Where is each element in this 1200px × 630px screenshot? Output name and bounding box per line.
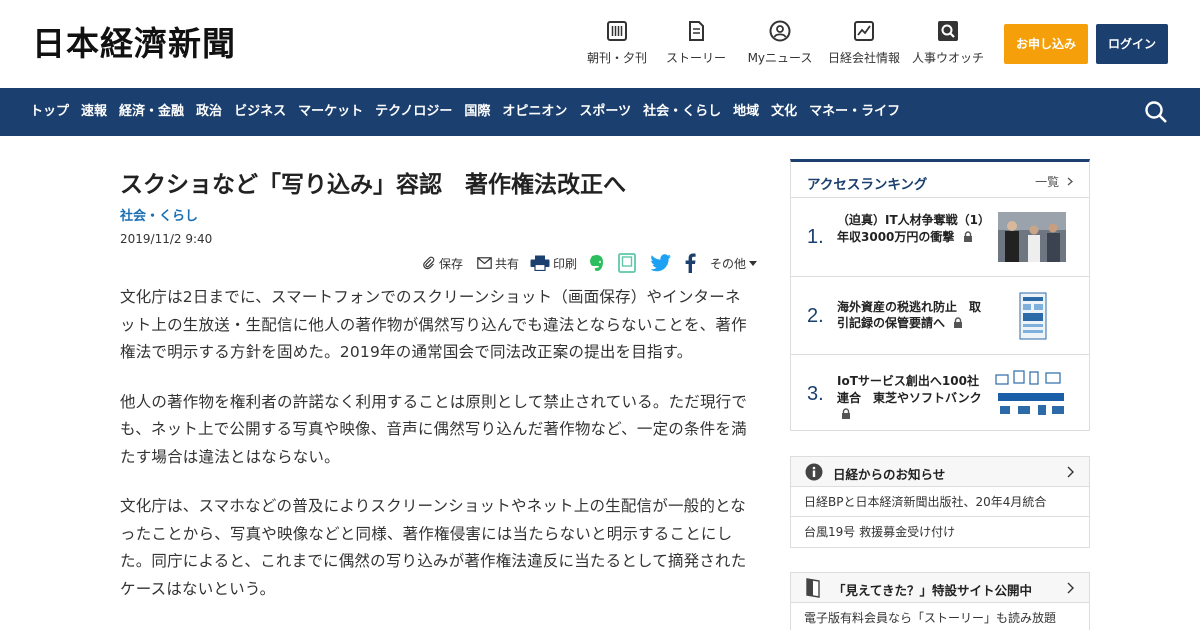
rank-number: 1. xyxy=(807,226,824,248)
ranking-header: アクセスランキング 一覧 xyxy=(791,162,1089,198)
ranking-more-label: 一覧 xyxy=(1035,175,1060,189)
twitter-icon[interactable] xyxy=(650,252,672,274)
article-paragraph: 他人の著作物を権利者の許諾なく利用することは原則として禁止されている。ただ現行で… xyxy=(120,392,748,466)
rank-number: 2. xyxy=(807,304,824,327)
gnav-item-economy[interactable]: 経済・金融 xyxy=(113,88,190,136)
rank-headline: IoTサービス創出へ100社連合 東芝やソフトバンク xyxy=(837,373,989,423)
lock-icon xyxy=(842,408,850,419)
rank-headline: 海外資産の税逃れ防止 取引記録の保管要請へ xyxy=(837,299,989,332)
caret-down-icon xyxy=(749,260,758,266)
site-logo[interactable]: 日本経濟新聞 xyxy=(32,26,236,62)
chevron-right-icon xyxy=(1067,466,1074,478)
rank-headline: （迫真）IT人材争奪戦（1） 年収3000万円の衝撃 xyxy=(837,212,996,245)
story-promo: 「見えてきた？」特設サイト公開中 電子版有料会員なら「ストーリー」も読み放題 xyxy=(790,572,1090,630)
global-nav: トップ 速報 経済・金融 政治 ビジネス マーケット テクノロジー 国際 オピニ… xyxy=(0,88,1200,136)
gnav-item-flash[interactable]: 速報 xyxy=(75,88,113,136)
site-header: 日本経濟新聞 朝刊・夕刊 ストーリー Myニュース 日経会社情報 人事ウオッチ … xyxy=(0,0,1200,88)
print-button[interactable]: 印刷 xyxy=(530,252,577,274)
ranking-item[interactable]: 2. 海外資産の税逃れ防止 取引記録の保管要請へ xyxy=(791,277,1089,355)
article-date: 2019/11/2 9:40 xyxy=(120,232,213,246)
article-title: スクショなど「写り込み」容認 著作権法改正へ xyxy=(120,172,626,198)
person-search-icon xyxy=(938,21,958,41)
gnav-item-business[interactable]: ビジネス xyxy=(228,88,292,136)
save-label: 保存 xyxy=(439,256,464,271)
header-nav-jinji[interactable]: 人事ウオッチ xyxy=(903,20,993,66)
chevron-right-icon xyxy=(1067,177,1073,186)
gnav-item-money-life[interactable]: マネー・ライフ xyxy=(803,88,906,136)
evernote-icon[interactable] xyxy=(588,252,606,274)
ranking-item[interactable]: 1. （迫真）IT人材争奪戦（1） 年収3000万円の衝撃 xyxy=(791,198,1089,277)
lock-icon xyxy=(963,230,972,242)
ranking-title: アクセスランキング xyxy=(807,177,928,193)
search-icon[interactable] xyxy=(1144,100,1168,124)
ranking-item[interactable]: 3. IoTサービス創出へ100社連合 東芝やソフトバンク xyxy=(791,355,1089,434)
promo-header[interactable]: 「見えてきた？」特設サイト公開中 xyxy=(791,573,1089,603)
access-ranking: アクセスランキング 一覧 1. （迫真）IT人材争奪戦（1） 年収3000万円の… xyxy=(790,159,1090,431)
article: スクショなど「写り込み」容認 著作権法改正へ 社会・くらし 2019/11/2 … xyxy=(120,160,760,598)
gnav-item-region[interactable]: 地域 xyxy=(727,88,765,136)
gnav-item-top[interactable]: トップ xyxy=(24,88,75,136)
gnav-item-technology[interactable]: テクノロジー xyxy=(369,88,458,136)
gnav-item-culture[interactable]: 文化 xyxy=(765,88,803,136)
more-share-button[interactable]: その他 xyxy=(710,252,758,274)
nikkei-notice: 日経からのお知らせ 日経BPと日本経済新聞出版社、20年4月統合 台風19号 救… xyxy=(790,456,1090,548)
document-icon xyxy=(689,21,704,41)
header-nav-label: Myニュース xyxy=(747,51,813,65)
user-icon xyxy=(769,20,791,42)
info-icon xyxy=(805,463,823,481)
share-button[interactable]: 共有 xyxy=(477,252,519,274)
gnav-item-opinion[interactable]: オピニオン xyxy=(496,88,573,136)
lock-icon xyxy=(954,317,963,328)
bookmark-flag-icon xyxy=(806,578,820,598)
rank-thumbnail-document xyxy=(998,290,1066,341)
share-label: 共有 xyxy=(495,256,520,271)
notice-item[interactable]: 日経BPと日本経済新聞出版社、20年4月統合 xyxy=(791,487,1089,517)
header-nav-label: 日経会社情報 xyxy=(827,51,900,65)
header-nav-paper[interactable]: 朝刊・夕刊 xyxy=(572,20,662,66)
article-category[interactable]: 社会・くらし xyxy=(120,210,760,224)
gnav-item-international[interactable]: 国際 xyxy=(458,88,496,136)
header-nav-label: 朝刊・夕刊 xyxy=(586,51,647,65)
ranking-more-link[interactable]: 一覧 xyxy=(1035,173,1073,190)
rank-number: 3. xyxy=(807,383,824,405)
chevron-right-icon xyxy=(1067,582,1074,594)
article-body: 文化庁は2日までに、スマートフォンでのスクリーンショット（画面保存）やインターネ… xyxy=(120,284,756,625)
gnav-item-politics[interactable]: 政治 xyxy=(190,88,228,136)
apply-button[interactable]: お申し込み xyxy=(1004,24,1088,64)
header-nav-company[interactable]: 日経会社情報 xyxy=(819,20,909,66)
clip-icon xyxy=(423,256,435,270)
printer-icon xyxy=(530,255,550,271)
gnav-item-society[interactable]: 社会・くらし xyxy=(637,88,727,136)
facebook-icon[interactable] xyxy=(684,252,696,274)
share-toolbar: 保存 共有 印刷 その他 xyxy=(422,252,758,278)
login-button[interactable]: ログイン xyxy=(1096,24,1168,64)
header-nav-story[interactable]: ストーリー xyxy=(651,20,741,66)
article-paragraph: 文化庁は、スマホなどの普及によりスクリーンショットやネット上の生配信が一般的とな… xyxy=(120,497,747,598)
gnav-item-sports[interactable]: スポーツ xyxy=(573,88,637,136)
rank-thumbnail-iot xyxy=(994,369,1070,419)
print-label: 印刷 xyxy=(553,256,578,271)
notice-item[interactable]: 台風19号 救援募金受け付け xyxy=(791,517,1089,547)
notice-title: 日経からのお知らせ xyxy=(833,467,946,482)
notice-header[interactable]: 日経からのお知らせ xyxy=(791,457,1089,487)
chart-icon xyxy=(854,21,874,41)
header-nav-label: 人事ウオッチ xyxy=(911,51,984,65)
promo-text[interactable]: 電子版有料会員なら「ストーリー」も読み放題 xyxy=(791,603,1089,630)
header-nav-label: ストーリー xyxy=(665,51,726,65)
gnav-item-market[interactable]: マーケット xyxy=(292,88,369,136)
mail-icon xyxy=(477,257,492,269)
newspaper-icon xyxy=(607,21,627,41)
rank-thumbnail-people xyxy=(998,212,1066,262)
rank-headline-text: IoTサービス創出へ100社連合 東芝やソフトバンク xyxy=(837,374,982,405)
promo-title: 「見えてきた？」特設サイト公開中 xyxy=(833,583,1033,598)
article-paragraph: 文化庁は2日までに、スマートフォンでのスクリーンショット（画面保存）やインターネ… xyxy=(120,288,747,361)
save-button[interactable]: 保存 xyxy=(422,252,463,274)
bookmark-service-icon[interactable] xyxy=(618,252,636,274)
header-nav-mynews[interactable]: Myニュース xyxy=(735,20,825,66)
more-label: その他 xyxy=(710,256,747,271)
